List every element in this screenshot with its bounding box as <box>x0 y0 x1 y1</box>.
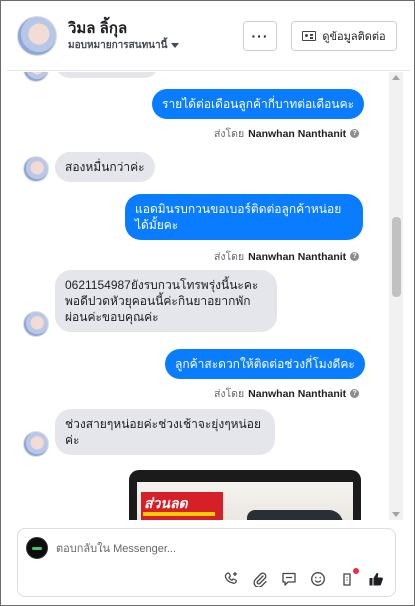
contact-avatar-small <box>23 311 49 337</box>
message-bubble-incoming: ช่วงสายๆหน่อยค่ะช่วงเช้าจะยุ่งๆหน่อยค่ะ <box>55 409 275 455</box>
emoji-icon[interactable] <box>309 570 327 588</box>
message-bubble-incoming: 0621154987ยังรบกวนโทรพรุ่งนี้นะคะพอดีปวด… <box>55 270 277 332</box>
contact-avatar-small <box>23 156 49 182</box>
sent-by-prefix: ส่งโดย <box>214 251 245 263</box>
attachment-image[interactable]: ส่วนลด <box>129 470 361 520</box>
add-contact-icon[interactable] <box>222 570 240 588</box>
scroll-up-arrow[interactable] <box>392 75 400 80</box>
sender-name: Nanwhan Nanthanit <box>248 250 347 263</box>
assign-label: มอบหมายการสนทนานี้ <box>68 40 168 51</box>
more-options-button[interactable]: ··· <box>243 21 277 51</box>
help-icon[interactable]: ? <box>350 252 360 261</box>
message-bubble-incoming <box>55 72 159 78</box>
order-icon[interactable] <box>338 568 359 588</box>
sent-by-prefix: ส่งโดย <box>214 128 245 140</box>
assign-conversation-dropdown[interactable]: มอบหมายการสนทนานี้ <box>68 38 180 53</box>
scroll-down-arrow[interactable] <box>392 512 400 517</box>
message-bubble-outgoing: แอดมินรบกวนขอเบอร์ติดต่อลูกค้าหน่อยได้มั… <box>125 194 363 240</box>
contact-name[interactable]: วิมล ลิ้กุล <box>68 16 127 40</box>
sent-by-label: ส่งโดย Nanwhan Nanthanit ? <box>214 125 360 142</box>
sent-by-prefix: ส่งโดย <box>214 388 245 400</box>
composer-toolbar <box>222 568 385 590</box>
sender-name: Nanwhan Nanthanit <box>248 387 347 400</box>
contact-avatar-small <box>23 72 49 82</box>
reply-composer <box>17 528 396 597</box>
saved-replies-icon[interactable] <box>280 570 298 588</box>
sent-by-label: ส่งโดย Nanwhan Nanthanit ? <box>214 385 360 402</box>
message-bubble-incoming: สองหมื่นกว่าค่ะ <box>55 152 155 182</box>
contact-avatar-small <box>23 431 49 457</box>
caret-down-icon <box>171 43 180 48</box>
help-icon[interactable]: ? <box>350 389 360 398</box>
help-icon[interactable]: ? <box>350 129 360 138</box>
car-image <box>247 510 343 520</box>
thread-scrollbar[interactable] <box>389 72 403 520</box>
message-bubble-outgoing: รายได้ต่อเดือนลูกค้ากี่บาทต่อเดือนคะ <box>152 89 365 119</box>
message-thread[interactable]: รายได้ต่อเดือนลูกค้ากี่บาทต่อเดือนคะ ส่ง… <box>7 72 410 520</box>
page-avatar <box>26 537 48 559</box>
promo-image: ส่วนลด <box>137 482 353 520</box>
sender-name: Nanwhan Nanthanit <box>248 127 347 140</box>
conversation-header: วิมล ลิ้กุล มอบหมายการสนทนานี้ ··· ดูข้อ… <box>7 7 410 71</box>
message-bubble-outgoing: ลูกค้าสะดวกให้ติดต่อช่วงกี่โมงดีคะ <box>165 349 365 379</box>
scroll-thumb[interactable] <box>392 217 401 297</box>
contact-card-icon <box>302 31 317 41</box>
thumbs-up-icon[interactable] <box>367 570 385 588</box>
notification-dot <box>353 568 359 574</box>
reply-input[interactable] <box>56 540 356 558</box>
inbox-conversation-panel: วิมล ลิ้กุล มอบหมายการสนทนานี้ ··· ดูข้อ… <box>0 0 415 606</box>
sent-by-label: ส่งโดย Nanwhan Nanthanit ? <box>214 248 360 265</box>
promo-stripe <box>143 512 215 516</box>
view-contact-info-label: ดูข้อมูลติดต่อ <box>322 31 386 43</box>
view-contact-info-button[interactable]: ดูข้อมูลติดต่อ <box>291 21 397 51</box>
attachment-icon[interactable] <box>251 570 269 588</box>
contact-avatar[interactable] <box>17 16 57 56</box>
more-icon: ··· <box>251 28 269 44</box>
